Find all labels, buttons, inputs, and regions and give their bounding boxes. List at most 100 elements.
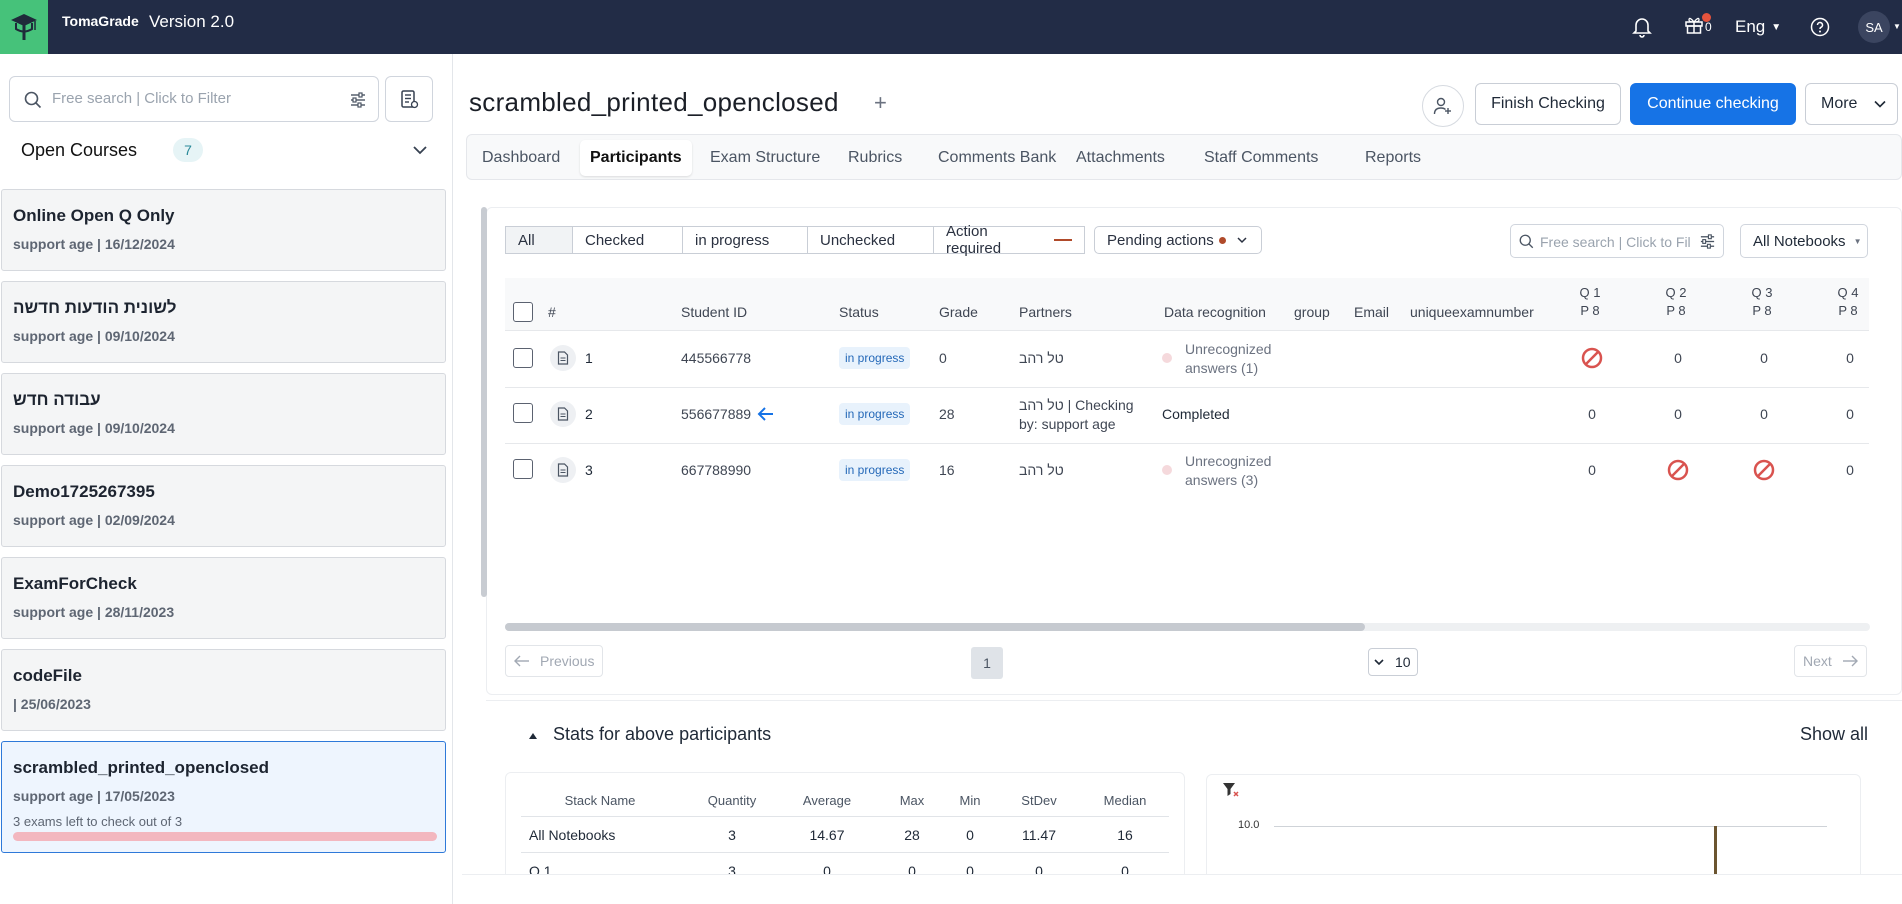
next-page-button[interactable]: Next <box>1794 645 1867 677</box>
tab-comments-bank[interactable]: Comments Bank <box>928 140 1066 176</box>
stats-title[interactable]: Stats for above participants <box>553 724 771 745</box>
course-title: codeFile <box>13 666 82 685</box>
tab-exam-structure[interactable]: Exam Structure <box>700 140 830 176</box>
document-icon[interactable] <box>550 345 576 371</box>
column-header-unique-exam-number[interactable]: uniqueexamnumber <box>1410 304 1534 320</box>
tab-reports[interactable]: Reports <box>1355 140 1431 176</box>
show-all-link[interactable]: Show all <box>1800 724 1868 745</box>
column-header-group[interactable]: group <box>1294 304 1330 320</box>
document-icon[interactable] <box>550 401 576 427</box>
course-meta: | 25/06/2023 <box>13 696 91 712</box>
tab-attachments[interactable]: Attachments <box>1066 140 1175 176</box>
student-id[interactable]: 556677889 <box>681 406 751 422</box>
course-card[interactable]: לשונית הודעות חדשה support age | 09/10/2… <box>1 281 446 363</box>
participant-search-input[interactable]: Free search | Click to Filter <box>1510 224 1724 258</box>
question-score[interactable]: 0 <box>1830 406 1870 422</box>
column-header-question[interactable]: Q 3P 8 <box>1742 284 1782 320</box>
add-participant-button[interactable] <box>1422 85 1464 127</box>
row-checkbox[interactable] <box>513 459 533 479</box>
row-checkbox[interactable] <box>513 403 533 423</box>
chevron-down-icon[interactable] <box>412 142 428 158</box>
question-score[interactable]: 0 <box>1658 350 1698 366</box>
current-page[interactable]: 1 <box>971 647 1003 679</box>
language-selector[interactable]: Eng ▼ <box>1735 13 1781 41</box>
column-header-email[interactable]: Email <box>1354 304 1389 320</box>
question-score[interactable]: 0 <box>1572 462 1612 478</box>
course-card[interactable]: codeFile | 25/06/2023 <box>1 649 446 731</box>
student-id[interactable]: 445566778 <box>681 350 751 366</box>
course-title: לשונית הודעות חדשה <box>13 298 177 317</box>
course-search-input[interactable]: Free search | Click to Filter <box>9 76 379 122</box>
course-card[interactable]: Online Open Q Only support age | 16/12/2… <box>1 189 446 271</box>
recognition-status[interactable]: Unrecognized answers (3) <box>1185 452 1271 490</box>
question-score[interactable]: 0 <box>1658 406 1698 422</box>
vertical-scrollbar[interactable] <box>481 207 487 597</box>
stats-header: StDev <box>1021 793 1057 808</box>
filter-checked-button[interactable]: Checked <box>572 226 683 254</box>
question-score[interactable]: 0 <box>1830 462 1870 478</box>
filter-unchecked-button[interactable]: Unchecked <box>807 226 934 254</box>
recognition-status: Completed <box>1162 406 1230 422</box>
add-icon[interactable]: + <box>874 90 887 116</box>
question-score[interactable]: 0 <box>1744 350 1784 366</box>
column-header-status[interactable]: Status <box>839 304 879 320</box>
filter-in-progress-button[interactable]: in progress <box>682 226 808 254</box>
blocked-icon[interactable] <box>1744 459 1784 484</box>
pending-actions-dropdown[interactable]: Pending actions <box>1094 226 1262 254</box>
notebooks-select[interactable]: All Notebooks ▼ <box>1740 224 1868 258</box>
page-title: scrambled_printed_openclosed <box>469 87 839 117</box>
question-score[interactable]: 0 <box>1572 406 1612 422</box>
caret-down-icon: ▼ <box>1853 236 1862 246</box>
previous-page-button[interactable]: Previous <box>505 645 604 677</box>
row-divider <box>521 852 1169 853</box>
help-icon[interactable] <box>1810 13 1830 41</box>
arrow-left-icon[interactable] <box>757 406 775 422</box>
continue-checking-button[interactable]: Continue checking <box>1630 83 1796 125</box>
column-header-data-recognition[interactable]: Data recognition <box>1164 304 1266 320</box>
column-header-question[interactable]: Q 2P 8 <box>1656 284 1696 320</box>
horizontal-scrollbar[interactable] <box>505 623 1870 631</box>
tab-participants[interactable]: Participants <box>580 140 692 176</box>
blocked-icon[interactable] <box>1658 459 1698 484</box>
filter-action-required-button[interactable]: Action required <box>933 223 1085 257</box>
stats-header: Average <box>802 793 852 808</box>
course-card[interactable]: עבודה חדש support age | 09/10/2024 <box>1 373 446 455</box>
select-all-checkbox[interactable] <box>513 302 533 322</box>
tab-staff-comments[interactable]: Staff Comments <box>1194 140 1328 176</box>
course-card-selected[interactable]: scrambled_printed_openclosed support age… <box>1 741 446 853</box>
bell-icon[interactable] <box>1632 13 1652 41</box>
question-score[interactable]: 0 <box>1744 406 1784 422</box>
filter-clear-icon[interactable] <box>1222 782 1240 798</box>
arrow-right-icon <box>1842 655 1858 667</box>
finish-checking-button[interactable]: Finish Checking <box>1475 83 1621 125</box>
row-checkbox[interactable] <box>513 348 533 368</box>
avatar[interactable]: SA <box>1858 11 1890 43</box>
caret-down-icon[interactable]: ▼ <box>1893 22 1901 31</box>
tab-rubrics[interactable]: Rubrics <box>838 140 912 176</box>
filter-all-button[interactable]: All <box>505 226 573 254</box>
filter-sliders-icon[interactable] <box>349 91 367 109</box>
column-header-question[interactable]: Q 4P 8 <box>1828 284 1868 320</box>
student-id[interactable]: 667788990 <box>681 462 751 478</box>
course-card[interactable]: Demo1725267395 support age | 02/09/2024 <box>1 465 446 547</box>
column-header-question[interactable]: Q 1P 8 <box>1570 284 1610 320</box>
tab-dashboard[interactable]: Dashboard <box>472 140 570 176</box>
question-score[interactable]: 0 <box>1830 350 1870 366</box>
column-header-student-id[interactable]: Student ID <box>681 304 747 320</box>
tomagrade-logo-icon[interactable] <box>0 0 48 54</box>
blocked-icon[interactable] <box>1572 347 1612 372</box>
gift-button[interactable]: 0 <box>1684 12 1712 41</box>
course-title: Demo1725267395 <box>13 482 155 501</box>
recognition-status[interactable]: Unrecognized answers (1) <box>1185 340 1271 378</box>
course-list-button[interactable] <box>385 76 433 122</box>
scrollbar-thumb[interactable] <box>505 623 1365 631</box>
course-card[interactable]: ExamForCheck support age | 28/11/2023 <box>1 557 446 639</box>
column-header-grade[interactable]: Grade <box>939 304 978 320</box>
stats-cell: 16 <box>1117 827 1133 843</box>
more-button[interactable]: More <box>1805 83 1898 125</box>
column-header-partners[interactable]: Partners <box>1019 304 1072 320</box>
page-size-select[interactable]: 10 <box>1368 648 1418 676</box>
caret-up-icon[interactable] <box>528 731 538 741</box>
filter-sliders-icon[interactable] <box>1699 233 1716 250</box>
document-icon[interactable] <box>550 457 576 483</box>
